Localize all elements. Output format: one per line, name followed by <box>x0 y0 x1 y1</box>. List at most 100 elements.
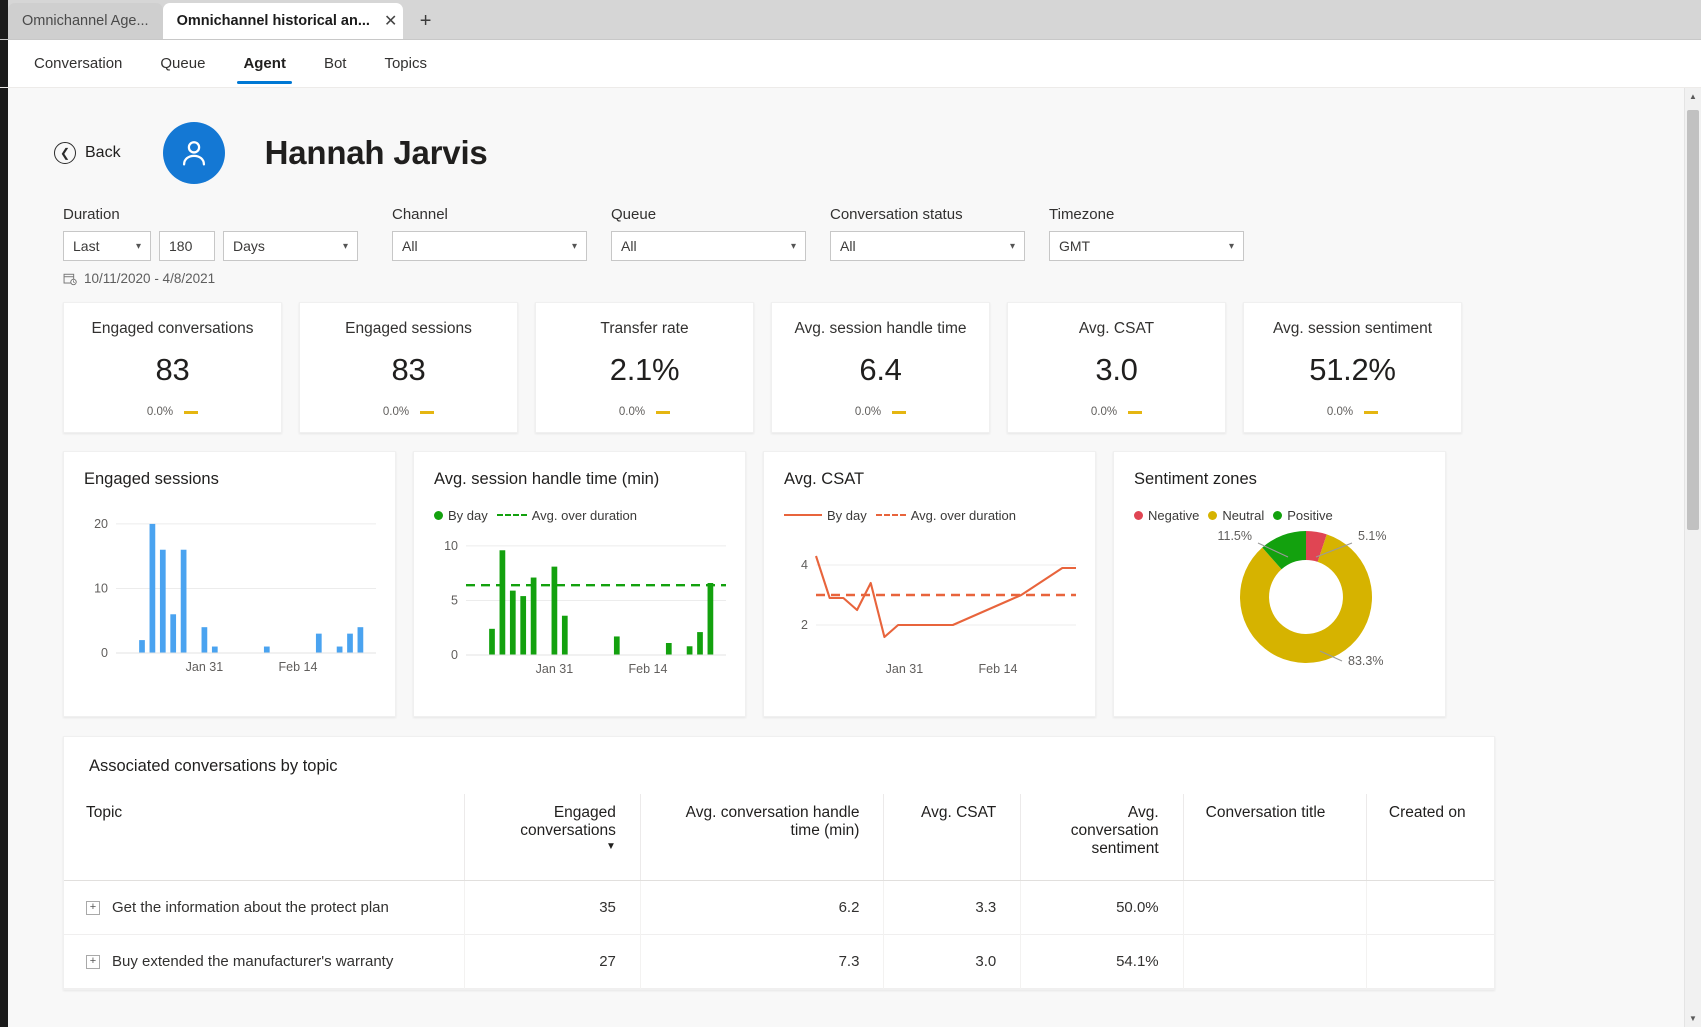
filter-conversation-status-label: Conversation status <box>830 206 963 223</box>
cell-avg-handle-time: 7.3 <box>640 934 885 989</box>
engaged-sessions-plot: 0 10 20 Jan 31 Feb 14 <box>84 493 379 688</box>
plus-box-icon[interactable]: + <box>86 900 100 915</box>
chevron-up-icon[interactable]: ▲ <box>1685 88 1701 105</box>
svg-text:2: 2 <box>801 618 808 632</box>
legend-label: Negative <box>1148 507 1200 523</box>
legend-dot-icon <box>1273 510 1283 520</box>
plus-box-icon[interactable]: + <box>86 954 100 969</box>
kpi-avg-csat[interactable]: Avg. CSAT 3.0 0.0% <box>1007 302 1226 433</box>
avg-session-handle-time-chart[interactable]: Avg. session handle time (min) By day Av… <box>413 451 746 717</box>
tab-bot-label: Bot <box>323 55 347 72</box>
legend-item-neutral: Neutral <box>1208 508 1264 523</box>
tab-agent[interactable]: Agent <box>231 40 298 87</box>
timezone-select[interactable]: GMT ▾ <box>1049 231 1244 261</box>
back-button[interactable]: ❮ Back <box>54 142 121 164</box>
calendar-icon <box>63 273 77 285</box>
plus-icon[interactable]: + <box>409 4 443 38</box>
filter-duration-label: Duration <box>63 206 120 223</box>
kpi-engaged-conversations[interactable]: Engaged conversations 83 0.0% <box>63 302 282 433</box>
legend-dot-icon <box>1208 510 1218 520</box>
kpi-avg-session-handle-time[interactable]: Avg. session handle time 6.4 0.0% <box>771 302 990 433</box>
tab-bot[interactable]: Bot <box>312 40 359 87</box>
svg-text:11.5%: 11.5% <box>1217 529 1252 543</box>
channel-select[interactable]: All ▾ <box>392 231 587 261</box>
date-range: 10/11/2020 - 4/8/2021 <box>8 261 1684 286</box>
legend-item-negative: Negative <box>1134 508 1199 523</box>
filter-channel: Channel All ▾ <box>392 206 587 261</box>
legend-label: Neutral <box>1222 507 1265 523</box>
svg-text:Jan 31: Jan 31 <box>186 660 224 674</box>
close-icon[interactable]: ✕ <box>384 10 397 32</box>
scrollbar-thumb[interactable] <box>1687 110 1699 530</box>
legend-label: Positive <box>1287 507 1333 523</box>
kpi-title: Avg. CSAT <box>1078 320 1155 337</box>
browser-tab-2[interactable]: Omnichannel historical an... ✕ <box>162 3 403 39</box>
svg-text:Feb 14: Feb 14 <box>279 660 318 674</box>
queue-select[interactable]: All ▾ <box>611 231 806 261</box>
kpi-engaged-sessions[interactable]: Engaged sessions 83 0.0% <box>299 302 518 433</box>
associated-conversations-table-card: Associated conversations by topic Topic … <box>63 736 1495 990</box>
column-header-engaged-conversations[interactable]: Engaged conversations ▼ <box>464 794 641 881</box>
legend-item-positive: Positive <box>1273 508 1333 523</box>
column-header-topic[interactable]: Topic <box>64 794 465 881</box>
page-title: Hannah Jarvis <box>264 134 488 171</box>
column-header-avg-conversation-handle-time[interactable]: Avg. conversation handle time (min) <box>640 794 885 881</box>
svg-text:4: 4 <box>801 558 808 572</box>
filter-bar: Duration Last ▾ 180 Days ▾ Channel All ▾… <box>8 184 1684 261</box>
tab-queue[interactable]: Queue <box>148 40 217 87</box>
chevron-down-icon[interactable]: ▼ <box>1685 1010 1701 1027</box>
report-scroll-region: ❮ Back Hannah Jarvis Duration Last ▾ 180… <box>0 88 1701 1027</box>
duration-amount-value: 180 <box>169 238 193 254</box>
tab-agent-label: Agent <box>243 55 286 72</box>
svg-text:Jan 31: Jan 31 <box>536 662 574 676</box>
kpi-title: Avg. session sentiment <box>1272 320 1433 337</box>
table-row[interactable]: + Get the information about the protect … <box>64 880 1494 935</box>
engaged-sessions-chart[interactable]: Engaged sessions 0 10 20 Jan 31 Feb 14 <box>63 451 396 717</box>
avg-csat-plot: 2 4 Jan 31 Feb 14 <box>784 523 1079 693</box>
conversation-status-select[interactable]: All ▾ <box>830 231 1025 261</box>
kpi-delta: 0.0% <box>619 406 671 418</box>
column-header-avg-csat[interactable]: Avg. CSAT <box>883 794 1022 881</box>
svg-text:Feb 14: Feb 14 <box>629 662 668 676</box>
chevron-down-icon: ▾ <box>1228 240 1234 252</box>
channel-value: All <box>402 238 418 254</box>
column-label: Topic <box>86 804 123 821</box>
duration-unit-select[interactable]: Days ▾ <box>223 231 358 261</box>
column-header-conversation-title[interactable]: Conversation title <box>1183 794 1367 881</box>
kpi-value: 6.4 <box>859 352 902 387</box>
kpi-delta-value: 0.0% <box>382 406 410 418</box>
browser-tab-1[interactable]: Omnichannel Age... <box>8 3 163 39</box>
column-header-created-on[interactable]: Created on <box>1366 794 1494 881</box>
svg-text:5: 5 <box>451 593 458 607</box>
trend-flat-icon <box>656 410 671 414</box>
cell-avg-sentiment: 50.0% <box>1020 880 1184 935</box>
cell-conversation-title <box>1183 880 1367 935</box>
tab-topics[interactable]: Topics <box>372 40 439 87</box>
tab-conversation[interactable]: Conversation <box>22 40 134 87</box>
kpi-delta-value: 0.0% <box>854 406 882 418</box>
svg-text:20: 20 <box>94 517 108 531</box>
svg-text:5.1%: 5.1% <box>1358 529 1387 543</box>
kpi-transfer-rate[interactable]: Transfer rate 2.1% 0.0% <box>535 302 754 433</box>
svg-text:10: 10 <box>444 539 458 553</box>
duration-amount-input[interactable]: 180 <box>159 231 215 261</box>
legend-label: By day <box>448 507 488 523</box>
kpi-title: Engaged conversations <box>91 320 254 337</box>
table-row[interactable]: + Buy extended the manufacturer's warran… <box>64 934 1494 989</box>
topic-label: Get the information about the protect pl… <box>112 899 389 916</box>
column-label: Created on <box>1388 804 1466 821</box>
vertical-scrollbar[interactable]: ▲ ▼ <box>1684 88 1701 1027</box>
duration-mode-select[interactable]: Last ▾ <box>63 231 151 261</box>
avg-csat-chart[interactable]: Avg. CSAT By day Avg. over duration 2 4 Ja… <box>763 451 1096 717</box>
date-range-label: 10/11/2020 - 4/8/2021 <box>84 271 216 286</box>
chart-legend: By day Avg. over duration <box>434 507 729 523</box>
filter-duration: Duration Last ▾ 180 Days ▾ <box>63 206 358 261</box>
cell-created-on <box>1366 935 1494 989</box>
kpi-avg-session-sentiment[interactable]: Avg. session sentiment 51.2% 0.0% <box>1243 302 1462 433</box>
kpi-delta: 0.0% <box>1327 406 1379 418</box>
column-header-avg-conversation-sentiment[interactable]: Avg. conversation sentiment <box>1020 794 1184 881</box>
cell-created-on <box>1366 881 1494 935</box>
legend-dot-icon <box>1134 510 1143 520</box>
cell-avg-handle-time: 6.2 <box>640 880 885 935</box>
sentiment-zones-chart[interactable]: Sentiment zones Negative Neutral Positiv… <box>1113 451 1446 717</box>
